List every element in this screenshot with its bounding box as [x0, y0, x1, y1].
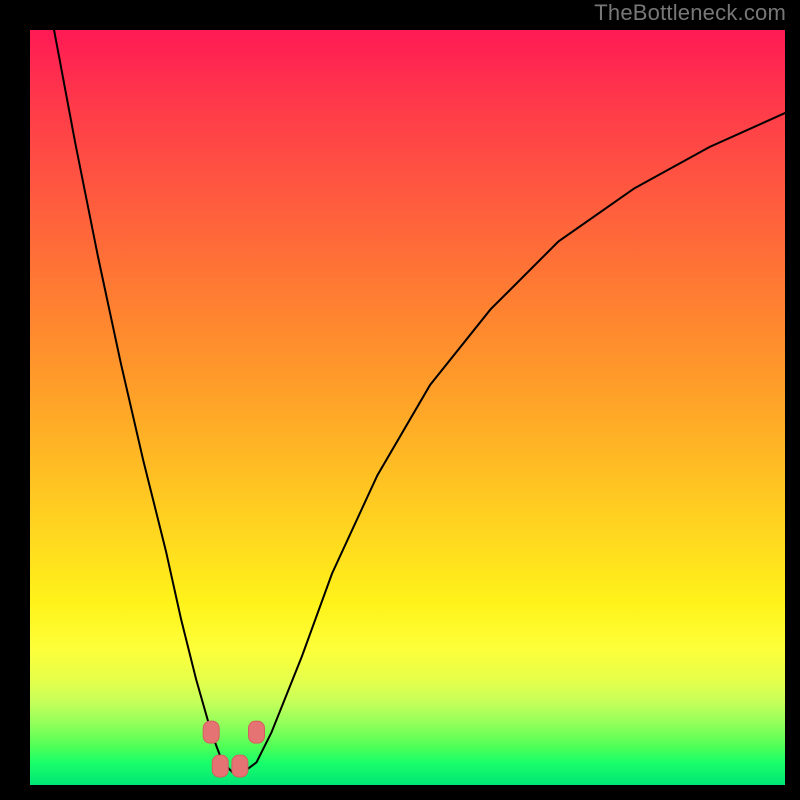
curve-marker-2 — [232, 755, 248, 777]
chart-stage: TheBottleneck.com — [0, 0, 800, 800]
curve-marker-1 — [212, 755, 228, 777]
curve-marker-0 — [203, 721, 219, 743]
watermark-text: TheBottleneck.com — [594, 0, 786, 26]
curve-layer — [30, 30, 785, 785]
curve-marker-3 — [249, 721, 265, 743]
plot-area — [30, 30, 785, 785]
marker-group — [203, 721, 264, 777]
curve-path — [53, 30, 785, 774]
bottleneck-curve — [53, 30, 785, 774]
